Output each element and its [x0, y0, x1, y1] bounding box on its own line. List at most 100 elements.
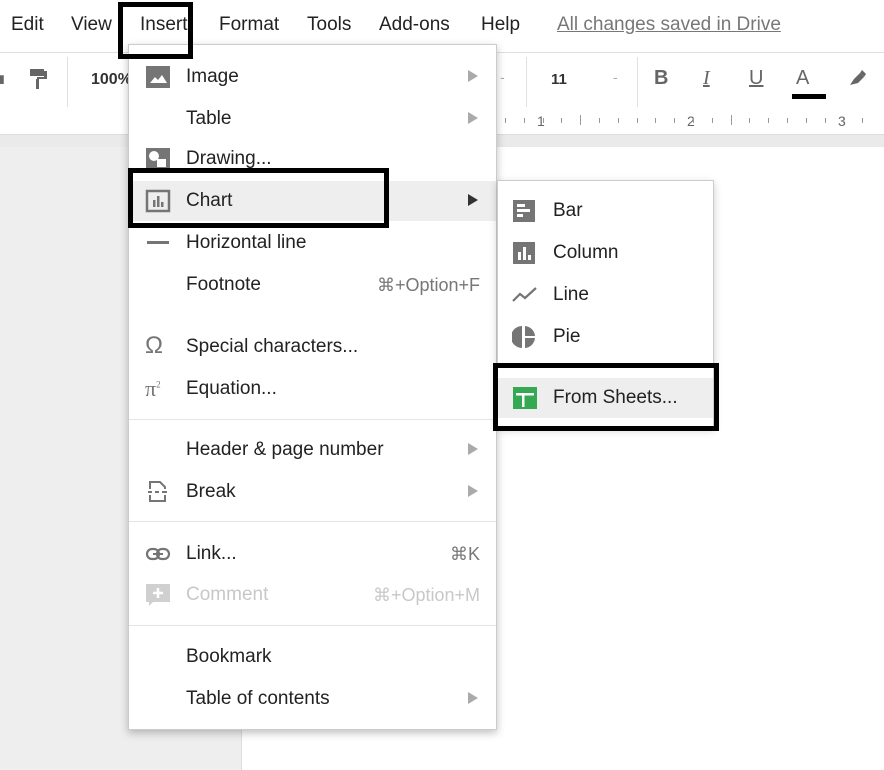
menu-item-equation[interactable]: π2 Equation...	[129, 369, 496, 409]
text-color-swatch	[792, 94, 826, 99]
ruler-tick	[524, 118, 525, 123]
comment-icon	[145, 583, 171, 607]
ruler-tick	[674, 118, 675, 123]
submenu-arrow-icon	[468, 443, 478, 455]
menu-item-label: Header & page number	[186, 439, 384, 460]
font-dropdown-arrow[interactable]: -	[500, 69, 505, 85]
menu-item-label: Footnote	[186, 274, 261, 295]
pi-icon: π2	[145, 376, 161, 401]
menu-item-label: Special characters...	[186, 336, 359, 357]
ruler-tick	[806, 118, 807, 123]
print-icon[interactable]: ■	[0, 69, 5, 90]
omega-icon: Ω	[145, 332, 163, 359]
ruler-tick	[505, 118, 506, 123]
submenu-item-label: Column	[553, 242, 619, 263]
text-color-button[interactable]: A	[796, 67, 809, 90]
menu-item-table[interactable]: Table	[129, 99, 496, 139]
toolbar-divider	[526, 57, 527, 107]
font-size-select[interactable]: 11	[551, 71, 567, 88]
menu-item-special-characters[interactable]: Ω Special characters...	[129, 327, 496, 367]
submenu-arrow-icon	[468, 70, 478, 82]
ruler-label: 3	[838, 113, 846, 129]
submenu-item-bar[interactable]: Bar	[498, 191, 713, 231]
link-icon	[145, 542, 171, 566]
ruler-tick	[768, 118, 769, 123]
ruler-tick	[543, 118, 544, 123]
submenu-arrow-icon	[468, 485, 478, 497]
menu-item-label: Image	[186, 66, 239, 87]
submenu-arrow-icon	[468, 692, 478, 704]
menu-edit[interactable]: Edit	[11, 14, 44, 36]
ruler-tick	[561, 118, 562, 123]
menu-item-label: Equation...	[186, 378, 277, 399]
menu-item-bookmark[interactable]: Bookmark	[129, 637, 496, 677]
submenu-arrow-icon	[468, 112, 478, 124]
ruler-tick	[637, 118, 638, 123]
ruler-tick	[749, 118, 750, 123]
menu-item-label: Bookmark	[186, 646, 272, 667]
pie-chart-icon	[511, 325, 538, 349]
highlight-pen-icon[interactable]	[846, 67, 868, 95]
menu-separator	[129, 419, 496, 420]
ruler-tick	[712, 118, 713, 123]
toolbar-divider	[67, 57, 68, 107]
menu-item-label: Comment	[186, 584, 269, 605]
submenu-item-line[interactable]: Line	[498, 275, 713, 315]
save-status-link[interactable]: All changes saved in Drive	[557, 14, 781, 36]
menu-item-label: Table of contents	[186, 688, 330, 709]
menu-item-link[interactable]: Link... ⌘K	[129, 534, 496, 574]
submenu-item-label: Pie	[553, 326, 581, 347]
submenu-item-column[interactable]: Column	[498, 233, 713, 273]
font-size-dropdown-arrow[interactable]: -	[613, 69, 618, 85]
horizontal-line-icon	[145, 231, 171, 255]
ruler-tick	[843, 118, 844, 123]
ruler-tick	[862, 118, 863, 123]
bar-chart-icon	[512, 199, 538, 223]
menu-item-footnote[interactable]: Footnote ⌘+Option+F	[129, 265, 496, 305]
break-icon	[145, 480, 171, 504]
menu-separator	[129, 625, 496, 626]
submenu-item-pie[interactable]: Pie	[498, 317, 713, 357]
menu-item-label: Table	[186, 108, 232, 129]
toolbar-divider	[637, 57, 638, 107]
menu-item-shortcut: ⌘+Option+M	[372, 585, 480, 605]
menu-separator	[129, 521, 496, 522]
menu-item-label: Break	[186, 481, 236, 502]
menu-item-image[interactable]: Image	[129, 57, 496, 97]
menu-help[interactable]: Help	[481, 14, 520, 36]
menu-item-header-page-number[interactable]: Header & page number	[129, 430, 496, 470]
zoom-select[interactable]: 100%	[91, 71, 132, 89]
paint-format-icon[interactable]	[28, 67, 50, 97]
menu-item-label: Link...	[186, 543, 237, 564]
menu-item-comment: Comment ⌘+Option+M	[129, 575, 496, 615]
ruler-tick	[655, 118, 656, 123]
image-icon	[145, 65, 171, 89]
menu-item-shortcut: ⌘+Option+F	[376, 275, 480, 295]
column-chart-icon	[512, 241, 538, 265]
ruler-tick	[787, 118, 788, 123]
menu-item-table-of-contents[interactable]: Table of contents	[129, 679, 496, 719]
menu-item-label: Horizontal line	[186, 232, 307, 253]
ruler-tick	[580, 115, 581, 125]
menu-addons[interactable]: Add-ons	[379, 14, 450, 36]
menu-format[interactable]: Format	[219, 14, 279, 36]
menu-item-label: Drawing...	[186, 148, 272, 169]
ruler-tick	[618, 118, 619, 123]
bold-button[interactable]: B	[654, 67, 668, 90]
ruler-tick	[731, 115, 732, 125]
insert-menu: Image Table Drawing... Chart Horizontal …	[128, 44, 497, 730]
submenu-arrow-icon	[468, 194, 478, 206]
ruler-tick	[825, 118, 826, 123]
annotation-box-insert	[118, 2, 193, 59]
menu-view[interactable]: View	[71, 14, 112, 36]
menu-item-shortcut: ⌘K	[449, 544, 480, 564]
menu-item-break[interactable]: Break	[129, 472, 496, 512]
menu-tools[interactable]: Tools	[307, 14, 351, 36]
ruler-tick	[693, 118, 694, 123]
menu-item-horizontal-line[interactable]: Horizontal line	[129, 223, 496, 263]
italic-button[interactable]: I	[703, 67, 710, 90]
ruler-tick	[599, 118, 600, 123]
annotation-box-from-sheets	[493, 363, 719, 431]
line-chart-icon	[512, 283, 538, 307]
underline-button[interactable]: U	[749, 67, 763, 90]
